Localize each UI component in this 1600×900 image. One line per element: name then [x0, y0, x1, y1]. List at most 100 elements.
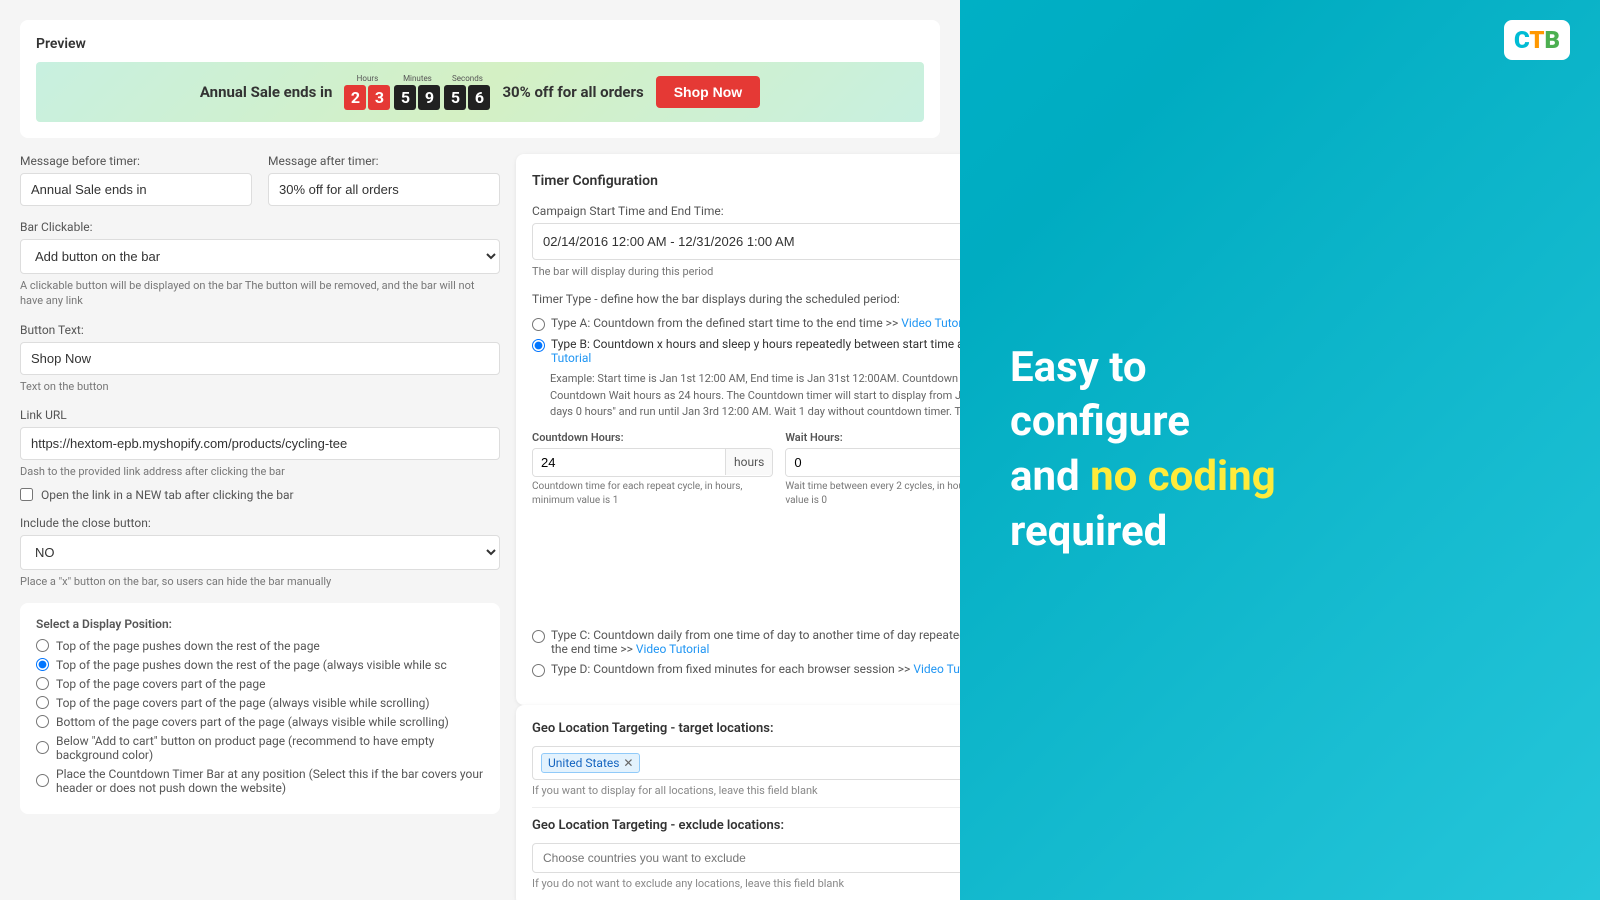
msg-before-input[interactable]: [20, 173, 252, 206]
type-c-link[interactable]: Video Tutorial: [636, 642, 710, 656]
geo-tags-row[interactable]: United States ✕: [532, 746, 960, 780]
display-pos-0: Top of the page pushes down the rest of …: [36, 639, 484, 653]
min-d2: 9: [418, 85, 440, 110]
type-b-row: Type B: Countdown x hours and sleep y ho…: [532, 337, 960, 365]
display-pos-1: Top of the page pushes down the rest of …: [36, 658, 484, 672]
right-headline: Easy to configure and no coding required: [1010, 341, 1276, 559]
msg-before-label: Message before timer:: [20, 154, 252, 168]
ctb-c: C: [1514, 26, 1529, 54]
type-a-radio[interactable]: [532, 318, 545, 331]
button-text-group: Button Text: Text on the button: [20, 323, 500, 394]
campaign-label: Campaign Start Time and End Time:: [532, 204, 960, 218]
type-b-link[interactable]: Video Tutorial: [551, 337, 960, 365]
remove-tag-icon[interactable]: ✕: [623, 756, 633, 770]
geo-exclude-input[interactable]: [532, 843, 960, 873]
display-pos-3: Top of the page covers part of the page …: [36, 696, 484, 710]
campaign-input-row: 📅: [532, 223, 960, 260]
campaign-input[interactable]: [533, 226, 960, 257]
display-pos-2: Top of the page covers part of the page: [36, 677, 484, 691]
type-a-link[interactable]: Video Tutorial: [901, 316, 960, 330]
seconds-label: Seconds: [452, 74, 483, 83]
sec-d2: 6: [468, 85, 490, 110]
type-b-example: Example: Start time is Jan 1st 12:00 AM,…: [550, 371, 960, 421]
display-pos-label-1: Top of the page pushes down the rest of …: [56, 658, 447, 672]
close-button-group: Include the close button: NO YES Place a…: [20, 516, 500, 589]
display-pos-radio-2[interactable]: [36, 677, 49, 690]
geo-exclude-title: Geo Location Targeting - exclude locatio…: [532, 818, 960, 833]
type-b-label: Type B: Countdown x hours and sleep y ho…: [551, 337, 960, 365]
type-c-radio[interactable]: [532, 630, 545, 643]
timer-config-header: Timer Configuration ⌃: [532, 170, 960, 192]
link-url-label: Link URL: [20, 408, 500, 422]
ctb-t: T: [1529, 26, 1544, 54]
countdown-hours-input[interactable]: [533, 449, 725, 476]
right-panel: CTB Easy to configure and no coding requ…: [960, 0, 1600, 900]
new-tab-label: Open the link in a NEW tab after clickin…: [41, 488, 294, 502]
type-b-radio[interactable]: [532, 339, 545, 352]
type-a-row: Type A: Countdown from the defined start…: [532, 316, 960, 331]
hour-d1: 2: [344, 85, 366, 110]
new-tab-row: Open the link in a NEW tab after clickin…: [20, 488, 500, 502]
preview-after-text: 30% off for all orders: [502, 83, 643, 101]
geo-panel: Geo Location Targeting - target location…: [516, 705, 960, 900]
new-tab-checkbox[interactable]: [20, 488, 33, 501]
timer-type-label: Timer Type - define how the bar displays…: [532, 291, 960, 308]
display-position-section: Select a Display Position: Top of the pa…: [20, 603, 500, 814]
bar-clickable-hint: A clickable button will be displayed on …: [20, 278, 500, 309]
link-url-input[interactable]: [20, 427, 500, 460]
display-pos-radio-6[interactable]: [36, 774, 49, 787]
link-url-hint: Dash to the provided link address after …: [20, 464, 500, 479]
display-pos-label-0: Top of the page pushes down the rest of …: [56, 639, 320, 653]
headline-and: and: [1010, 452, 1090, 501]
countdown-hours-col: Countdown Hours: hours Countdown time fo…: [532, 431, 773, 618]
shop-now-button[interactable]: Shop Now: [656, 76, 760, 108]
headline-configure: configure: [1010, 397, 1190, 446]
display-pos-label-2: Top of the page covers part of the page: [56, 677, 265, 691]
type-d-label: Type D: Countdown from fixed minutes for…: [551, 662, 960, 676]
display-pos-label-5: Below "Add to cart" button on product pa…: [56, 734, 484, 762]
msg-after-group: Message after timer:: [268, 154, 500, 206]
wait-hours-label: Wait Hours:: [785, 431, 960, 444]
button-text-input[interactable]: [20, 342, 500, 375]
wait-hours-input[interactable]: [786, 449, 960, 476]
display-pos-radio-5[interactable]: [36, 741, 49, 754]
hours-digits: 2 3: [344, 85, 390, 110]
geo-exclude-hint: If you do not want to exclude any locati…: [532, 877, 960, 890]
preview-before-text: Annual Sale ends in: [200, 83, 333, 101]
type-c-row: Type C: Countdown daily from one time of…: [532, 628, 960, 656]
button-text-label: Button Text:: [20, 323, 500, 337]
united-states-tag[interactable]: United States ✕: [541, 753, 640, 773]
type-d-link[interactable]: Video Tutorial: [913, 662, 960, 676]
type-d-radio[interactable]: [532, 664, 545, 677]
hour-d2: 3: [368, 85, 390, 110]
sec-d1: 5: [444, 85, 466, 110]
seconds-digits: 5 6: [444, 85, 490, 110]
main-panel: Preview Annual Sale ends in Hours 2 3 Mi…: [0, 0, 960, 900]
timer-config-title: Timer Configuration: [532, 173, 658, 189]
type-c-label: Type C: Countdown daily from one time of…: [551, 628, 960, 656]
right-col: Timer Configuration ⌃ Campaign Start Tim…: [516, 154, 960, 900]
display-pos-radio-4[interactable]: [36, 715, 49, 728]
button-text-hint: Text on the button: [20, 379, 500, 394]
united-states-label: United States: [548, 756, 619, 770]
display-pos-radio-3[interactable]: [36, 696, 49, 709]
ctb-b: B: [1545, 26, 1561, 54]
minutes-digits: 5 9: [394, 85, 440, 110]
msg-after-label: Message after timer:: [268, 154, 500, 168]
wait-hours-col: Wait Hours: hours Wait time between ever…: [785, 431, 960, 618]
bar-clickable-select[interactable]: Add button on the bar Make entire bar cl…: [20, 239, 500, 274]
display-pos-radio-0[interactable]: [36, 639, 49, 652]
wait-hours-hint: Wait time between every 2 cycles, in hou…: [785, 480, 960, 508]
bar-clickable-group: Bar Clickable: Add button on the bar Mak…: [20, 220, 500, 309]
display-pos-5: Below "Add to cart" button on product pa…: [36, 734, 484, 762]
geo-target-title: Geo Location Targeting - target location…: [532, 721, 960, 736]
display-pos-radio-1[interactable]: [36, 658, 49, 671]
timer-type-row: Timer Type - define how the bar displays…: [532, 291, 960, 676]
close-button-select[interactable]: NO YES: [20, 535, 500, 570]
campaign-row: Campaign Start Time and End Time: 📅 The …: [532, 204, 960, 279]
countdown-hours-hint: Countdown time for each repeat cycle, in…: [532, 480, 773, 508]
left-col: Message before timer: Message after time…: [20, 154, 500, 900]
link-url-group: Link URL Dash to the provided link addre…: [20, 408, 500, 501]
msg-after-input[interactable]: [268, 173, 500, 206]
geo-target-hint: If you want to display for all locations…: [532, 784, 960, 797]
